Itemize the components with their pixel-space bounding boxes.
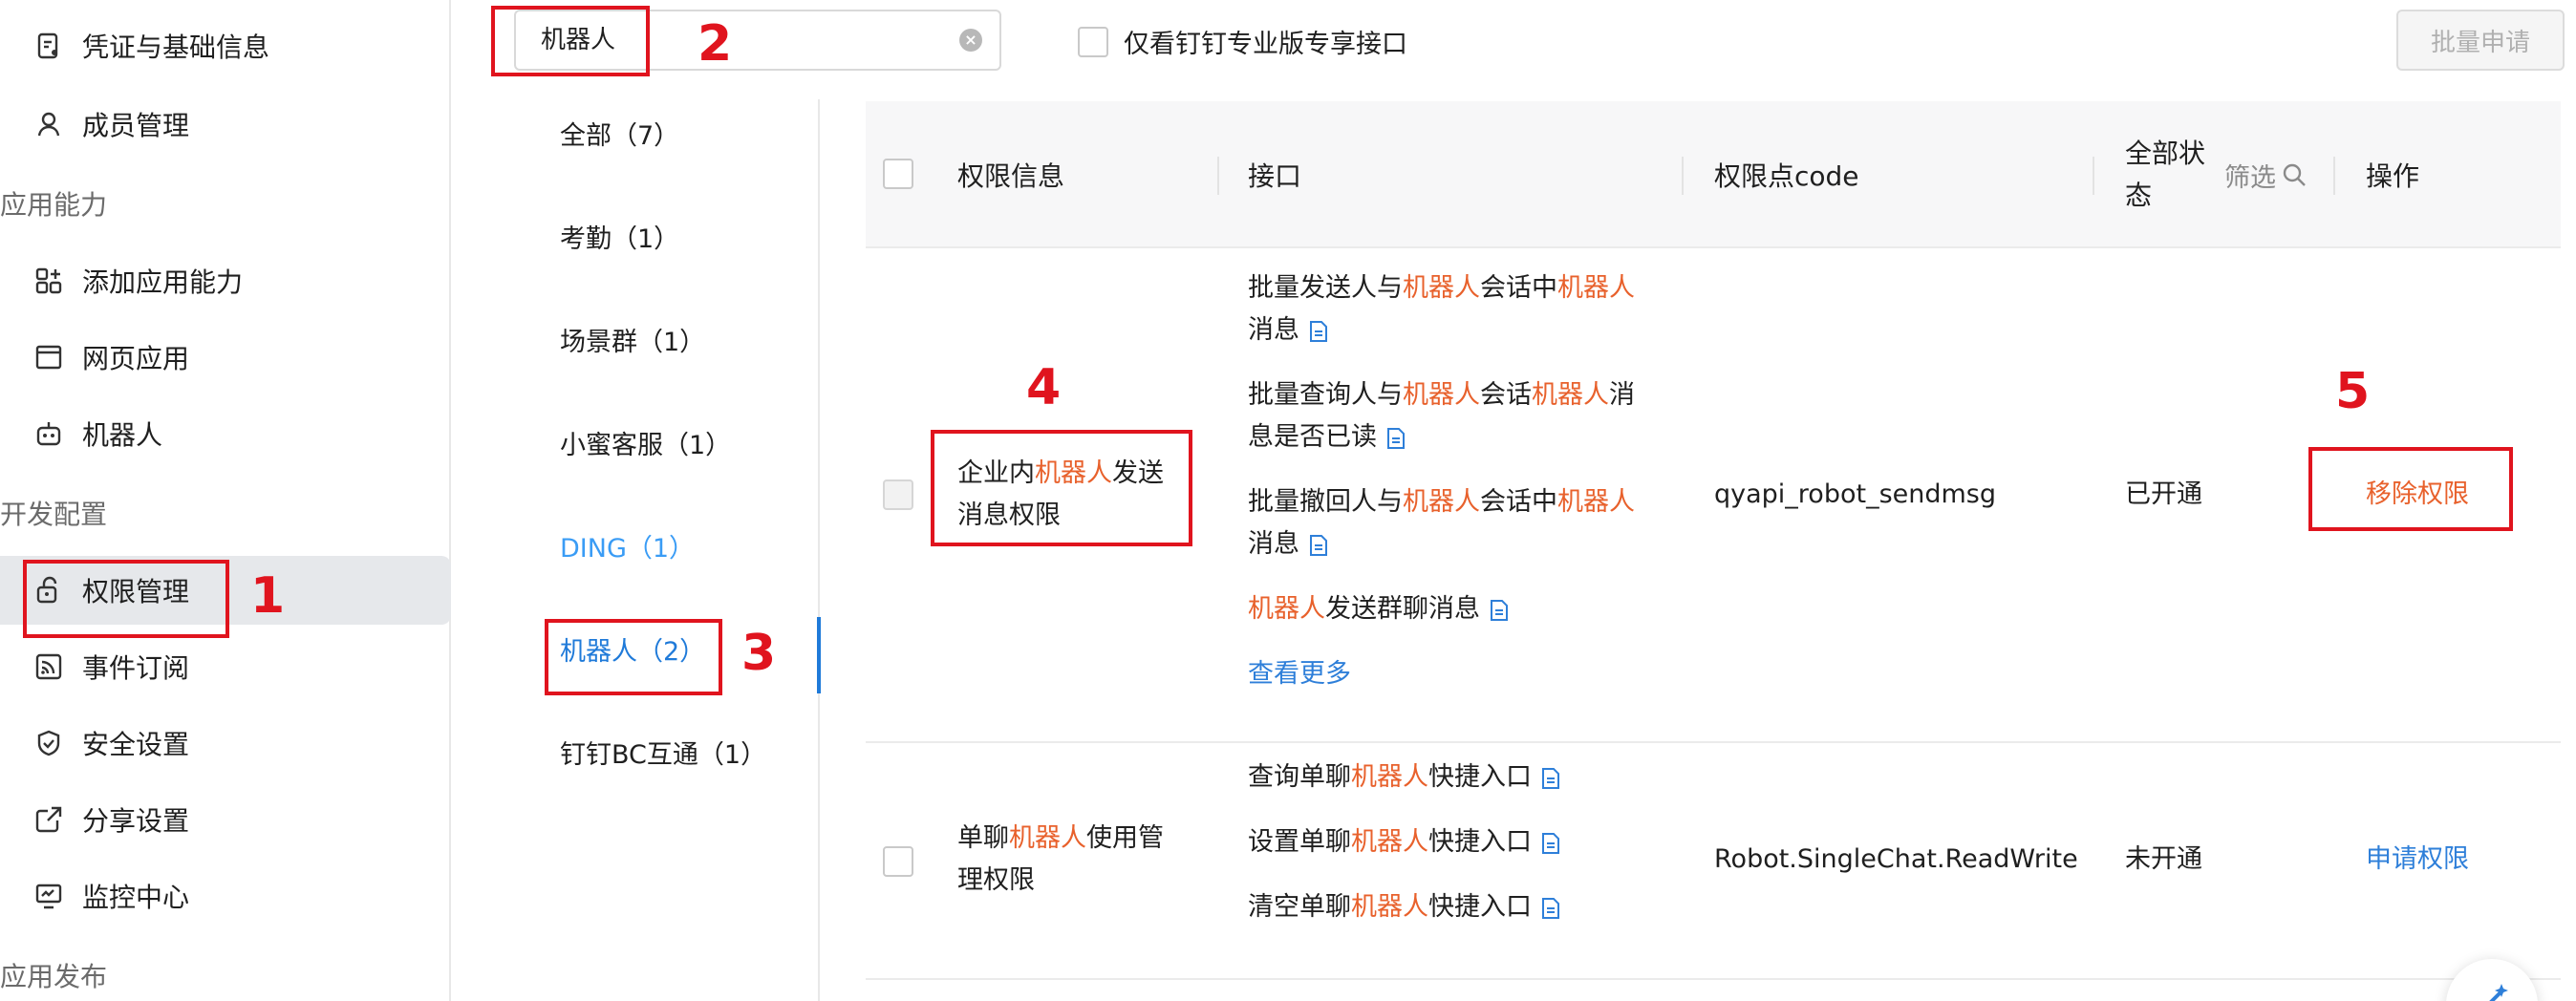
monitor-icon [34, 882, 63, 910]
table-row: 单聊机器人使用管 理权限 查询单聊机器人快捷入口 设置单聊机器人快捷入口 清空单… [866, 743, 2561, 980]
status-filter[interactable]: 筛选 [2224, 101, 2307, 248]
sidebar-item-label: 添加应用能力 [82, 266, 244, 298]
annotation-number-4: 4 [1026, 359, 1062, 416]
api-item[interactable]: 设置单聊机器人快捷入口 [1248, 821, 1560, 863]
sidebar-item-credentials[interactable]: 凭证与基础信息 [19, 11, 451, 80]
select-all-checkbox[interactable] [883, 159, 913, 189]
api-item[interactable]: 批量撤回人与机器人会话中机器人 消息 [1248, 481, 1635, 565]
add-ability-icon [34, 266, 63, 295]
annotation-box-1 [23, 560, 229, 638]
header-separator [1217, 157, 1219, 195]
annotation-number-5: 5 [2335, 363, 2371, 420]
doc-icon[interactable] [1309, 320, 1328, 343]
sidebar-item-label: 安全设置 [82, 729, 190, 760]
filter-label: 筛选 [2224, 162, 2276, 193]
event-icon [34, 652, 63, 681]
annotation-box-5 [2308, 447, 2513, 531]
sidebar-item-label: 事件订阅 [82, 652, 190, 684]
header-code: 权限点code [1714, 160, 1859, 192]
sidebar-item-events[interactable]: 事件订阅 [19, 632, 451, 701]
doc-icon[interactable] [1490, 599, 1509, 622]
sidebar-item-robot[interactable]: 机器人 [19, 399, 451, 468]
header-action: 操作 [2366, 160, 2420, 192]
only-pro-filter[interactable]: 仅看钉钉专业版专享接口 [1078, 23, 1407, 60]
category-item-all[interactable]: 全部（7） [560, 113, 679, 160]
doc-icon[interactable] [1386, 427, 1406, 450]
annotation-number-3: 3 [741, 625, 777, 682]
robot-icon [34, 419, 63, 448]
share-icon [34, 805, 63, 834]
header-permission-info: 权限信息 [957, 160, 1065, 192]
doc-icon[interactable] [1309, 534, 1328, 557]
sidebar-item-web-app[interactable]: 网页应用 [19, 323, 451, 392]
sidebar-item-monitor[interactable]: 监控中心 [19, 862, 451, 930]
sidebar-item-label: 凭证与基础信息 [82, 32, 270, 63]
category-item-attendance[interactable]: 考勤（1） [560, 216, 679, 264]
permission-code: Robot.SingleChat.ReadWrite [1714, 844, 2078, 874]
api-item[interactable]: 批量发送人与机器人会话中机器人 消息 [1248, 267, 1635, 351]
sidebar-item-label: 分享设置 [82, 805, 190, 837]
view-more-link[interactable]: 查看更多 [1248, 653, 1351, 695]
annotation-box-3 [545, 619, 722, 695]
sidebar-group-app-ability: 应用能力 [0, 189, 108, 221]
credential-icon [34, 32, 63, 60]
doc-icon[interactable] [1541, 897, 1560, 920]
header-separator [2093, 157, 2094, 195]
sidebar-item-security[interactable]: 安全设置 [19, 709, 451, 777]
header-status-line2: 态 [2125, 180, 2153, 211]
header-api: 接口 [1248, 160, 1302, 192]
header-status-line1: 全部状 [2125, 138, 2206, 169]
annotation-number-2: 2 [698, 15, 733, 73]
web-app-icon [34, 343, 63, 372]
annotation-box-4 [931, 430, 1192, 546]
api-item[interactable]: 清空单聊机器人快捷入口 [1248, 886, 1560, 928]
clear-icon[interactable]: × [959, 29, 982, 52]
shield-icon [34, 729, 63, 757]
row-checkbox[interactable] [883, 846, 913, 877]
permission-name: 单聊机器人使用管 理权限 [957, 823, 1164, 895]
header-status: 全部状 态 [2125, 101, 2205, 248]
sidebar-item-share[interactable]: 分享设置 [19, 785, 451, 854]
sidebar-item-label: 机器人 [82, 419, 163, 451]
permission-table: 权限信息 接口 权限点code 全部状 态 筛选 操作 企业内机器人发送 消息权… [866, 101, 2561, 1001]
sidebar-group-publish: 应用发布 [0, 961, 108, 992]
sidebar-item-add-ability[interactable]: 添加应用能力 [19, 246, 451, 315]
table-header: 权限信息 接口 权限点code 全部状 态 筛选 操作 [866, 101, 2561, 248]
apply-permission-button[interactable]: 申请权限 [2366, 839, 2469, 881]
api-item[interactable]: 批量查询人与机器人会话机器人消 息是否已读 [1248, 374, 1635, 458]
sidebar-item-label: 成员管理 [82, 110, 190, 141]
header-separator [2333, 157, 2335, 195]
only-pro-checkbox[interactable] [1078, 26, 1108, 57]
doc-icon[interactable] [1541, 832, 1560, 855]
header-separator [1682, 157, 1684, 195]
api-item[interactable]: 机器人发送群聊消息 [1248, 588, 1509, 630]
status-text: 已开通 [2125, 479, 2202, 509]
sidebar-item-members[interactable]: 成员管理 [19, 90, 451, 159]
category-item-ding[interactable]: DING（1） [560, 525, 695, 573]
only-pro-label: 仅看钉钉专业版专享接口 [1124, 30, 1407, 59]
sidebar-item-label: 监控中心 [82, 882, 190, 913]
category-selected-indicator [817, 617, 821, 693]
sidebar: 凭证与基础信息 成员管理 应用能力 添加应用能力 网页应用 机器人 开发配置 权… [0, 0, 451, 1001]
search-icon [2283, 163, 2306, 186]
row-checkbox[interactable] [883, 479, 913, 510]
category-item-scene-group[interactable]: 场景群（1） [560, 319, 705, 367]
member-icon [34, 110, 63, 138]
category-item-bc-interop[interactable]: 钉钉BC互通（1） [560, 732, 766, 779]
category-list: 全部（7） 考勤（1） 场景群（1） 小蜜客服（1） DING（1） 机器人（2… [483, 99, 821, 1001]
api-item[interactable]: 查询单聊机器人快捷入口 [1248, 756, 1560, 799]
sidebar-group-dev-config: 开发配置 [0, 499, 108, 530]
app-window: 凭证与基础信息 成员管理 应用能力 添加应用能力 网页应用 机器人 开发配置 权… [0, 0, 2576, 1001]
doc-icon[interactable] [1541, 767, 1560, 790]
permission-code: qyapi_robot_sendmsg [1714, 479, 1997, 509]
status-text: 未开通 [2125, 844, 2202, 874]
sparkle-icon [2489, 984, 2508, 1001]
sidebar-item-label: 网页应用 [82, 343, 190, 374]
batch-apply-button[interactable]: 批量申请 [2396, 10, 2565, 71]
annotation-box-2 [491, 6, 650, 76]
category-item-customer-service[interactable]: 小蜜客服（1） [560, 422, 731, 470]
annotation-number-1: 1 [250, 567, 286, 625]
